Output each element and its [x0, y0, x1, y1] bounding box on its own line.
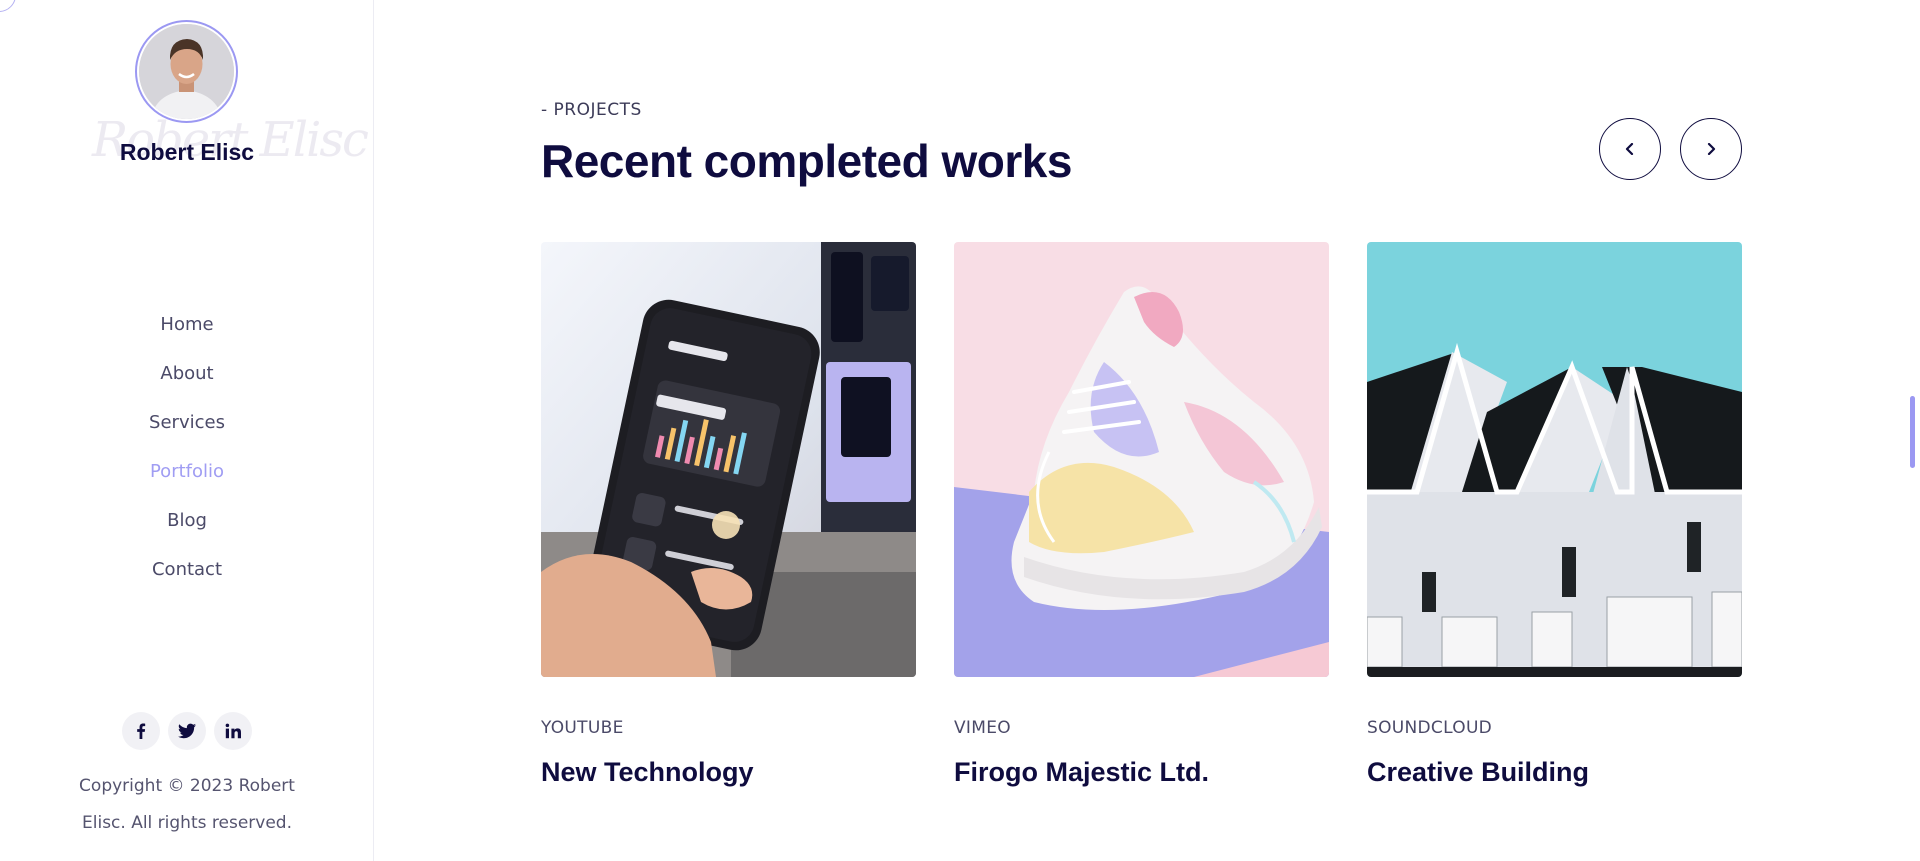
social-links: [122, 712, 252, 750]
linkedin-icon: [225, 723, 241, 739]
nav-item-contact[interactable]: Contact: [0, 545, 374, 594]
nav-item-portfolio[interactable]: Portfolio: [0, 447, 374, 496]
decorative-ring: [0, 0, 16, 12]
avatar-photo: [139, 24, 234, 119]
nav-item-blog[interactable]: Blog: [0, 496, 374, 545]
portfolio-section: - PROJECTS Recent completed works YOUTUB…: [541, 0, 1742, 861]
project-title[interactable]: New Technology: [541, 757, 916, 788]
project-card: SOUNDCLOUD Creative Building: [1367, 242, 1742, 788]
project-category: VIMEO: [954, 718, 1011, 738]
section-eyebrow: - PROJECTS: [541, 100, 642, 120]
chevron-right-icon: [1707, 143, 1716, 155]
main-nav: Home About Services Portfolio Blog Conta…: [0, 300, 374, 594]
carousel-next-button[interactable]: [1680, 118, 1742, 180]
project-image-phone[interactable]: [541, 242, 916, 677]
project-image-building[interactable]: [1367, 242, 1742, 677]
project-image-sneaker[interactable]: [954, 242, 1329, 677]
copyright-line-2: Elisc. All rights reserved.: [82, 813, 292, 833]
project-title[interactable]: Firogo Majestic Ltd.: [954, 757, 1329, 788]
twitter-link[interactable]: [168, 712, 206, 750]
nav-item-about[interactable]: About: [0, 349, 374, 398]
project-category: SOUNDCLOUD: [1367, 718, 1493, 738]
scrollbar-thumb[interactable]: [1910, 396, 1915, 468]
linkedin-link[interactable]: [214, 712, 252, 750]
project-card: VIMEO Firogo Majestic Ltd.: [954, 242, 1329, 788]
facebook-icon: [137, 723, 146, 739]
profile-name: Robert Elisc: [119, 139, 255, 165]
nav-item-services[interactable]: Services: [0, 398, 374, 447]
project-category: YOUTUBE: [541, 718, 624, 738]
facebook-link[interactable]: [122, 712, 160, 750]
carousel-prev-button[interactable]: [1599, 118, 1661, 180]
chevron-left-icon: [1625, 143, 1634, 155]
project-card: YOUTUBE New Technology: [541, 242, 916, 788]
copyright: Copyright © 2023 Robert Elisc. All right…: [0, 768, 374, 842]
avatar: [135, 20, 238, 123]
section-title: Recent completed works: [541, 135, 1072, 187]
copyright-line-1: Copyright © 2023 Robert: [79, 776, 295, 796]
nav-item-home[interactable]: Home: [0, 300, 374, 349]
twitter-icon: [178, 723, 196, 739]
project-title[interactable]: Creative Building: [1367, 757, 1742, 788]
sidebar: Robert Elisc Robert Elisc Home About Ser…: [0, 0, 374, 861]
